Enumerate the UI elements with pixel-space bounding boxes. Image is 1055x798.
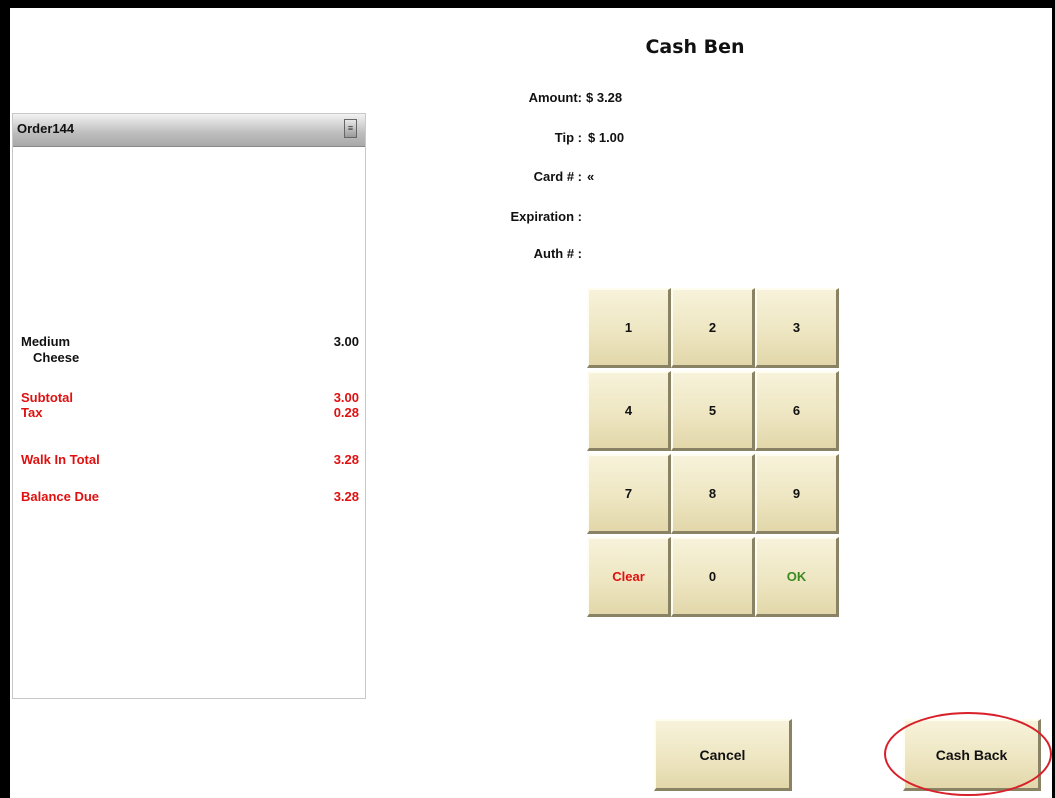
balance-due-value: 3.28 — [333, 489, 359, 504]
keypad-key-4[interactable]: 4 — [587, 371, 671, 451]
cash-back-button[interactable]: Cash Back — [903, 719, 1041, 791]
tax-value: 0.28 — [333, 405, 359, 420]
subtotal-value: 3.00 — [333, 390, 359, 405]
order-panel: Order144 ≡ Medium 3.00 Cheese Subtotal 3… — [12, 113, 366, 699]
card-value[interactable]: « — [587, 169, 594, 184]
item-name: Medium — [21, 334, 71, 349]
keypad-key-1[interactable]: 1 — [587, 288, 671, 368]
cancel-button[interactable]: Cancel — [654, 719, 792, 791]
keypad-key-2[interactable]: 2 — [671, 288, 755, 368]
walk-in-total-value: 3.28 — [333, 452, 359, 467]
item-price: 3.00 — [333, 334, 359, 349]
order-header: Order144 ≡ — [13, 114, 365, 147]
walk-in-total-label: Walk In Total — [21, 452, 100, 467]
order-title: Order144 — [17, 121, 75, 136]
subtotal-label: Subtotal — [21, 390, 73, 405]
window-frame-left — [0, 0, 10, 798]
amount-label: Amount: — [528, 90, 582, 105]
keypad-ok-button[interactable]: OK — [755, 537, 839, 617]
window-frame-top — [0, 0, 1055, 8]
keypad-key-5[interactable]: 5 — [671, 371, 755, 451]
dialog-title: Cash Ben — [645, 36, 745, 58]
auth-label: Auth # : — [533, 246, 582, 261]
scroll-button-icon[interactable]: ≡ — [344, 119, 357, 138]
keypad-key-7[interactable]: 7 — [587, 454, 671, 534]
keypad-key-9[interactable]: 9 — [755, 454, 839, 534]
balance-due-label: Balance Due — [21, 489, 100, 504]
item-modifier: Cheese — [33, 350, 80, 365]
keypad-key-0[interactable]: 0 — [671, 537, 755, 617]
keypad-key-3[interactable]: 3 — [755, 288, 839, 368]
expiration-label: Expiration : — [510, 209, 582, 224]
keypad-clear-button[interactable]: Clear — [587, 537, 671, 617]
tax-label: Tax — [21, 405, 43, 420]
amount-value: $ 3.28 — [586, 90, 623, 105]
card-label: Card # : — [533, 169, 582, 184]
tip-value: $ 1.00 — [588, 130, 625, 145]
keypad-key-6[interactable]: 6 — [755, 371, 839, 451]
keypad-key-8[interactable]: 8 — [671, 454, 755, 534]
tip-label: Tip : — [554, 130, 582, 145]
